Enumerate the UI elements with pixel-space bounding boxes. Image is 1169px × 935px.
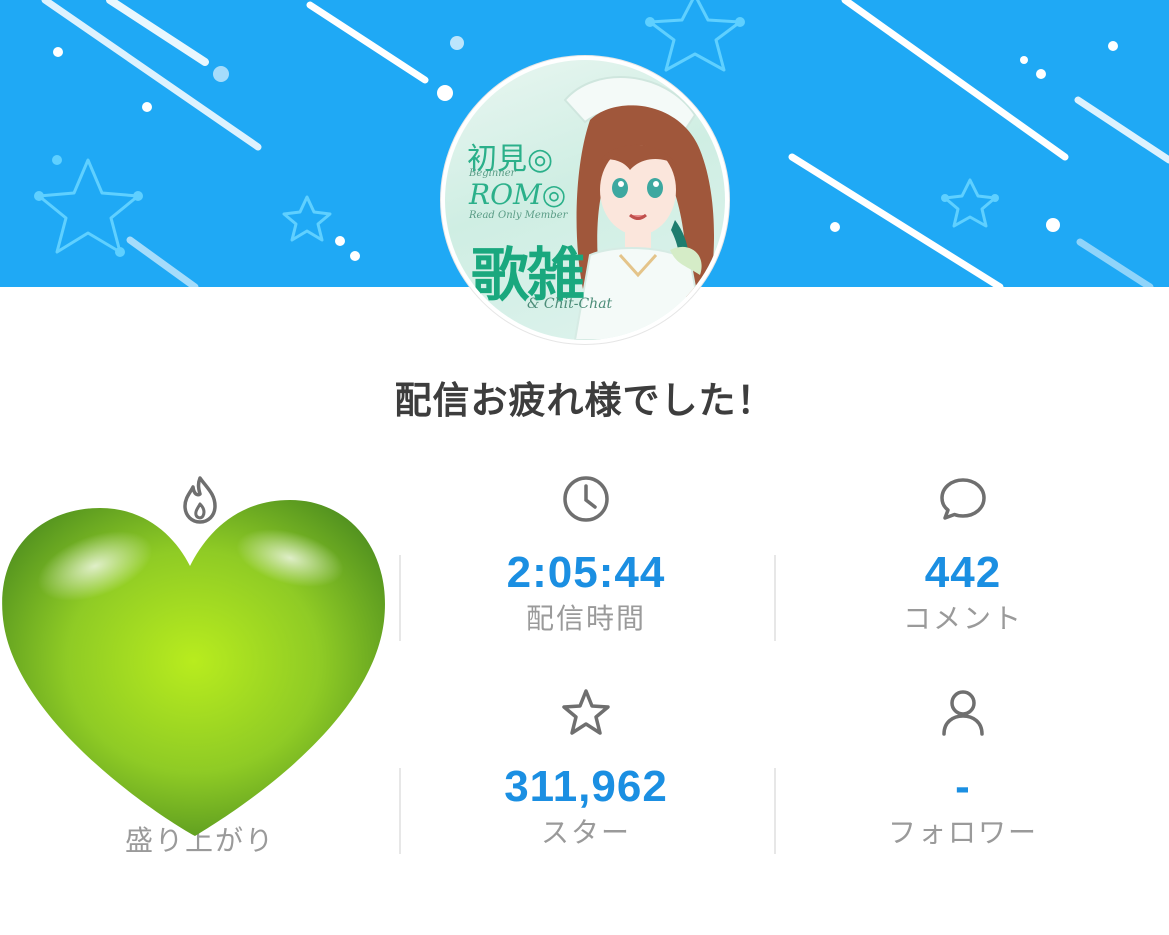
stat-followers: - フォロワー	[775, 686, 1151, 850]
stat-divider	[399, 555, 401, 641]
avatar-caption-6: & Chit-Chat	[527, 296, 613, 312]
stat-duration: 2:05:44 配信時間	[398, 472, 774, 636]
green-heart-icon	[2, 500, 385, 836]
stars-label: スター	[540, 816, 631, 849]
stat-divider	[774, 768, 776, 854]
followers-label: フォロワー	[887, 816, 1038, 849]
duration-value: 2:05:44	[506, 548, 666, 597]
stream-finished-message: 配信お疲れ様でした！	[394, 379, 775, 422]
avatar-caption-4: Read Only Member	[469, 210, 568, 221]
stat-divider	[399, 768, 401, 854]
followers-value: -	[955, 762, 971, 811]
stat-divider	[774, 555, 776, 641]
streamer-avatar[interactable]: 初見◎ Beginner ROM◎ Read Only Member 歌雑 & …	[441, 56, 729, 344]
comments-label: コメント	[902, 602, 1023, 635]
avatar-caption-3: ROM◎	[469, 178, 567, 211]
stars-value: 311,962	[504, 762, 668, 811]
star-icon	[562, 689, 610, 735]
comments-value: 442	[924, 548, 1002, 597]
speech-bubble-icon	[940, 478, 986, 520]
stat-comments: 442 コメント	[775, 472, 1151, 636]
duration-label: 配信時間	[525, 602, 646, 635]
avatar-image: 初見◎ Beginner ROM◎ Read Only Member 歌雑 & …	[445, 60, 725, 340]
clock-icon	[563, 476, 609, 522]
stat-stars: 311,962 スター	[398, 686, 774, 850]
person-icon	[942, 690, 984, 736]
